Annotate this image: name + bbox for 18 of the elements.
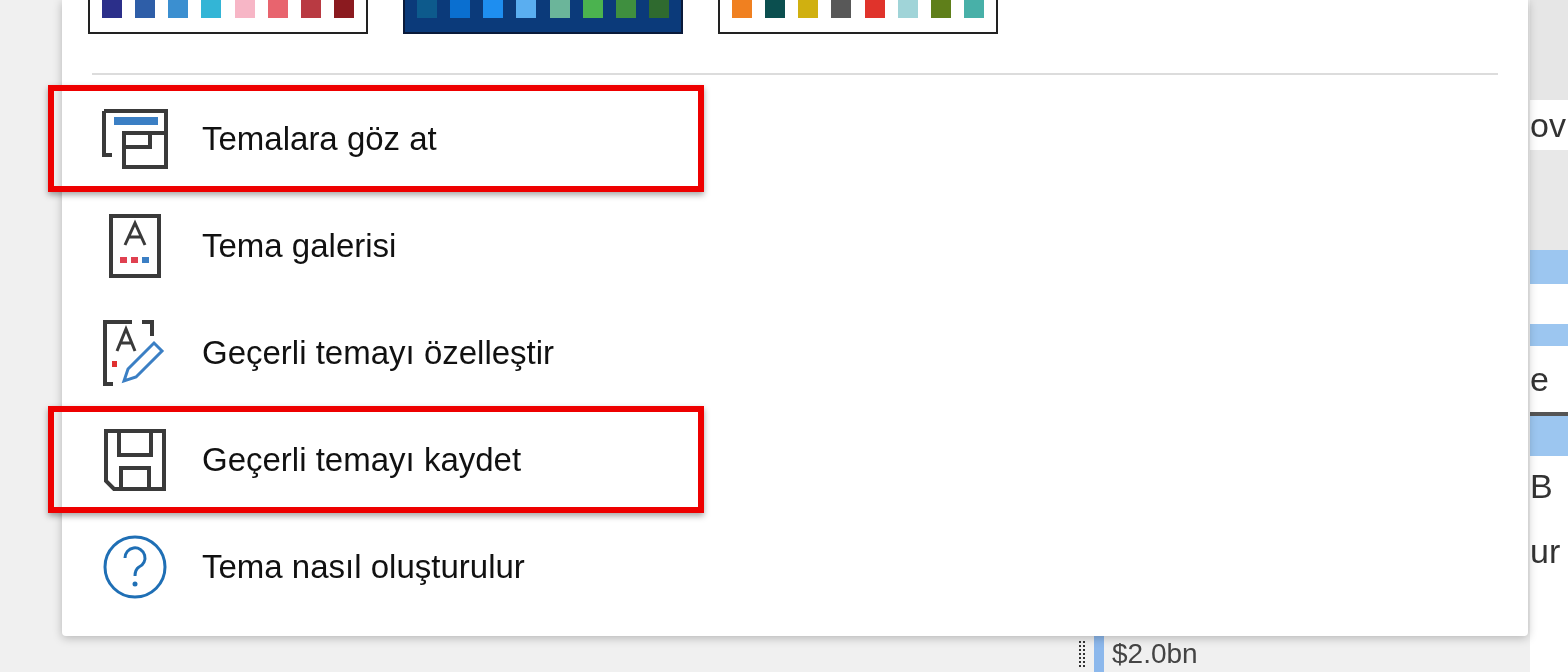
- menu-item[interactable]: Tema galerisi: [48, 192, 704, 299]
- menu-item[interactable]: Temalara göz at: [48, 85, 704, 192]
- chart-bar: [1530, 412, 1568, 456]
- menu-item[interactable]: Geçerli temayı özelleştir: [48, 299, 704, 406]
- dotted-handle-icon: [1078, 639, 1086, 669]
- menu-item[interactable]: Geçerli temayı kaydet: [48, 406, 704, 513]
- menu-item[interactable]: Tema nasıl oluşturulur: [48, 513, 704, 620]
- chart-bar: [1530, 250, 1568, 284]
- value-label: $2.0bn: [1112, 637, 1198, 671]
- chart-bar: [1530, 324, 1568, 346]
- partial-text: ur: [1530, 531, 1562, 572]
- value-bar: [1094, 636, 1104, 672]
- partial-text: ov: [1530, 105, 1567, 146]
- document-letter-icon: [108, 212, 162, 279]
- partial-text: B: [1530, 466, 1554, 507]
- window-layout-icon: [102, 108, 168, 169]
- help-icon: [102, 533, 168, 600]
- partial-text: e: [1530, 359, 1550, 400]
